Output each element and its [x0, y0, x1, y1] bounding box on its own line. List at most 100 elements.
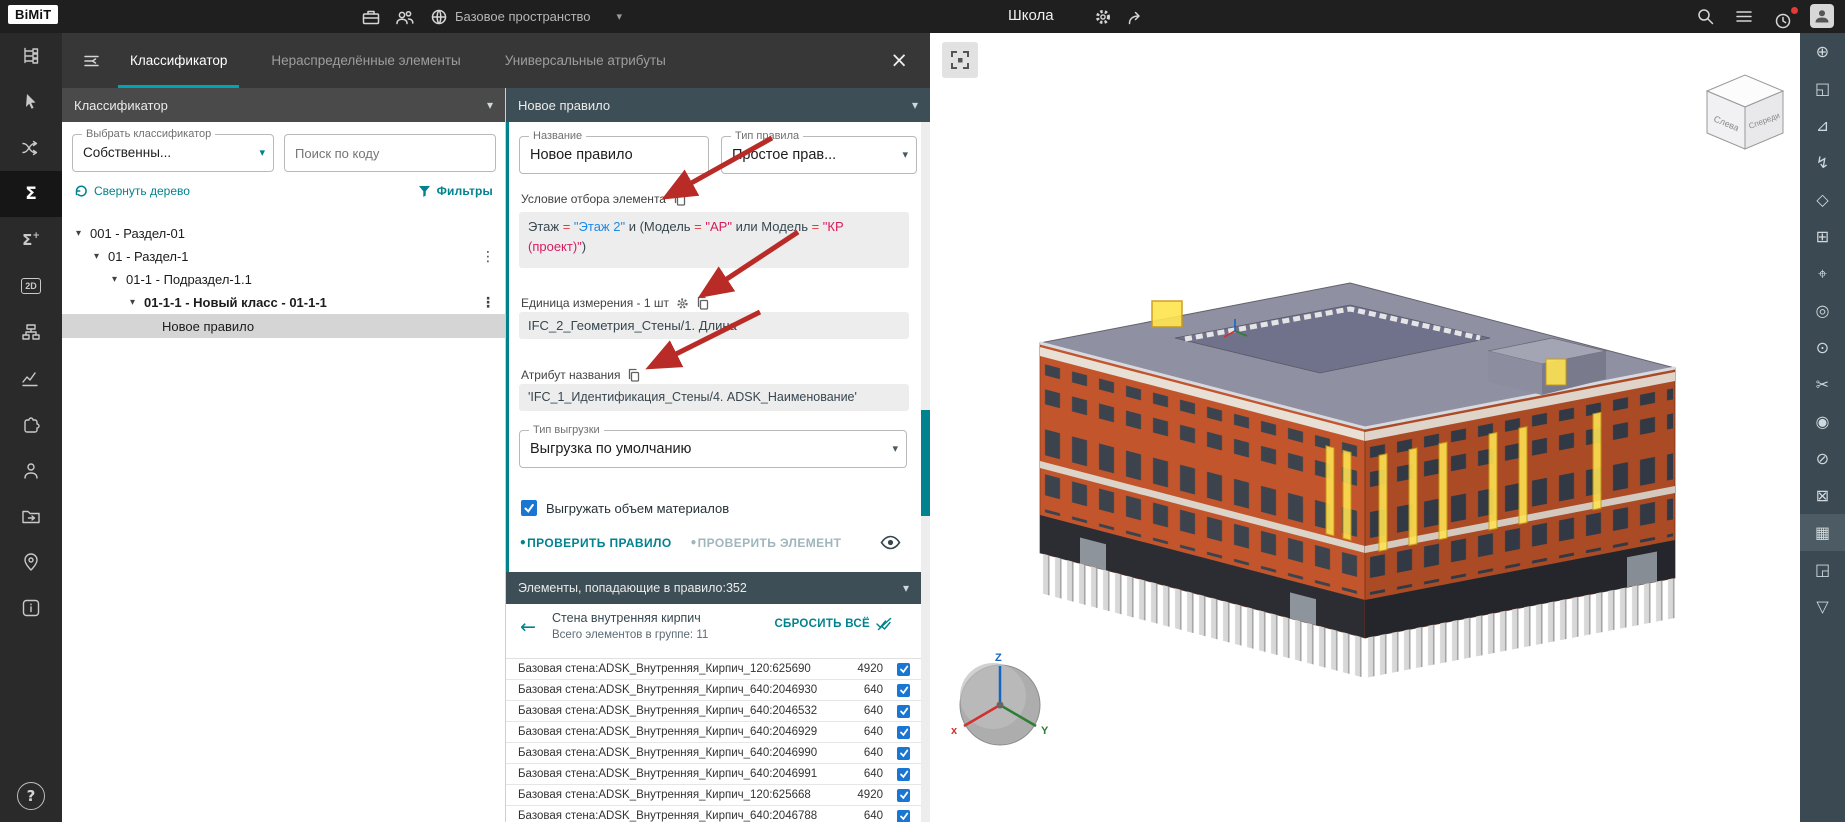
materials-checkbox[interactable]	[521, 500, 537, 516]
preview-visibility-button[interactable]	[874, 534, 907, 551]
show-elements-button[interactable]: ◉	[1800, 403, 1845, 440]
element-checkbox[interactable]	[897, 726, 910, 739]
element-row[interactable]: Базовая стена:ADSK_Внутренняя_Кирпич_120…	[506, 785, 921, 806]
grid-toggle-button[interactable]: ⊞	[1800, 218, 1845, 255]
relations-button[interactable]	[0, 125, 62, 171]
isometric-view-button[interactable]: ◇	[1800, 181, 1845, 218]
tab-universal-attributes[interactable]: Универсальные атрибуты	[483, 33, 688, 88]
select-tool-button[interactable]	[0, 79, 62, 125]
condition-expression[interactable]: Этаж = "Этаж 2" и (Модель = "АР" или Мод…	[519, 212, 909, 268]
filter-elements-button[interactable]: ▽	[1800, 588, 1845, 625]
users-button[interactable]	[0, 447, 62, 493]
gear-icon[interactable]	[676, 297, 689, 310]
rule-name-field[interactable]: Название Новое правило	[519, 136, 709, 174]
element-checkbox[interactable]	[897, 663, 910, 676]
tab-classifier[interactable]: Классификатор	[108, 33, 249, 88]
shared-folders-button[interactable]	[0, 493, 62, 539]
navigation-gizmo[interactable]: Z x Y	[945, 650, 1057, 760]
classifier-tool-button[interactable]: Σ	[0, 171, 62, 217]
remove-selection-button[interactable]: ⊠	[1800, 477, 1845, 514]
element-row[interactable]: Базовая стена:ADSK_Внутренняя_Кирпич_120…	[506, 659, 921, 680]
viewport-3d[interactable]: Слева Спереди Z x Y	[930, 33, 1800, 822]
briefcase-button[interactable]	[358, 5, 384, 29]
hide-elements-button[interactable]: ⊘	[1800, 440, 1845, 477]
element-checkbox[interactable]	[897, 810, 910, 822]
element-checkbox[interactable]	[897, 789, 910, 802]
copy-icon[interactable]	[627, 368, 640, 382]
clash-tool-button[interactable]: ↯	[1800, 144, 1845, 181]
check-rule-button[interactable]: •ПРОВЕРИТЬ ПРАВИЛО	[519, 536, 672, 550]
project-settings-button[interactable]	[1090, 5, 1116, 29]
element-row[interactable]: Базовая стена:ADSK_Внутренняя_Кирпич_640…	[506, 764, 921, 785]
code-search-input[interactable]	[285, 135, 495, 171]
rule-panel-header[interactable]: Новое правило ▾	[506, 88, 930, 122]
filters-button[interactable]: Фильтры	[418, 184, 493, 198]
export-type-select[interactable]: Тип выгрузки Выгрузка по умолчанию ▾	[519, 430, 907, 468]
view-cube[interactable]: Слева Спереди	[1695, 63, 1795, 158]
element-row[interactable]: Базовая стена:ADSK_Внутренняя_Кирпич_640…	[506, 680, 921, 701]
element-checkbox[interactable]	[897, 768, 910, 781]
rule-panel-scrollbar[interactable]	[921, 122, 930, 822]
info-button[interactable]	[0, 585, 62, 631]
kebab-menu-icon[interactable]: ⋮	[481, 295, 495, 311]
tree-node-class[interactable]: ▾ 01-1-1 - Новый класс - 01-1-1 ⋮	[62, 291, 505, 314]
tree-node-subsection2[interactable]: ▾ 01-1 - Подраздел-1.1	[62, 268, 505, 291]
capture-region-button[interactable]	[942, 42, 978, 78]
orbit-tool-button[interactable]: ⊕	[1800, 33, 1845, 70]
measure-tool-button[interactable]: ⊿	[1800, 107, 1845, 144]
tree-node-subsection[interactable]: ▾ 01 - Раздел-1 ⋮	[62, 245, 505, 268]
tab-unallocated-elements[interactable]: Нераспределённые элементы	[249, 33, 482, 88]
assignments-button[interactable]	[0, 539, 62, 585]
tree-node-section[interactable]: ▾ 001 - Раздел-01	[62, 222, 505, 245]
team-button[interactable]	[392, 5, 418, 29]
section-cut-button[interactable]: ✂	[1800, 366, 1845, 403]
menu-button[interactable]	[1731, 4, 1757, 28]
check-element-button[interactable]: •ПРОВЕРИТЬ ЭЛЕМЕНТ	[690, 536, 842, 550]
walls-filter-button[interactable]: ▦	[1800, 514, 1845, 551]
scrollbar-thumb[interactable]	[921, 410, 930, 516]
hierarchy-button[interactable]	[0, 309, 62, 355]
comments-button[interactable]: ⊙	[1800, 329, 1845, 366]
2d-view-button[interactable]: 2D	[0, 263, 62, 309]
back-button[interactable]: ←	[520, 616, 536, 638]
analytics-button[interactable]	[0, 355, 62, 401]
walkthrough-button[interactable]: ◎	[1800, 292, 1845, 329]
close-icon[interactable]: ×	[884, 49, 914, 72]
workspace-select[interactable]: Базовое пространство ▾	[455, 0, 622, 33]
notifications-button[interactable]	[1770, 9, 1796, 33]
search-button[interactable]	[1692, 4, 1718, 28]
element-row[interactable]: Базовая стена:ADSK_Внутренняя_Кирпич_640…	[506, 701, 921, 722]
help-button[interactable]: ?	[17, 782, 45, 810]
element-row[interactable]: Базовая стена:ADSK_Внутренняя_Кирпич_640…	[506, 743, 921, 764]
element-checkbox[interactable]	[897, 747, 910, 760]
element-name: Базовая стена:ADSK_Внутренняя_Кирпич_640…	[518, 810, 817, 822]
element-checkbox[interactable]	[897, 705, 910, 718]
element-checkbox[interactable]	[897, 684, 910, 697]
kebab-menu-icon[interactable]: ⋮	[481, 249, 495, 265]
reset-all-button[interactable]: СБРОСИТЬ ВСЁ	[768, 616, 899, 632]
panel-options-button[interactable]	[76, 51, 108, 71]
classifier-select[interactable]: Выбрать классификатор Собственны... ▾	[72, 134, 274, 172]
copy-icon[interactable]	[696, 296, 709, 310]
building-model[interactable]	[930, 33, 1800, 822]
add-rule-tool-button[interactable]: Σ+	[0, 217, 62, 263]
share-button[interactable]	[1122, 5, 1148, 29]
copy-icon[interactable]	[673, 192, 686, 206]
account-button[interactable]	[1809, 4, 1835, 28]
classifier-panel-header[interactable]: Классификатор ▾	[62, 88, 505, 122]
shared-space-button[interactable]	[426, 5, 452, 29]
collapse-tree-button[interactable]: Свернуть дерево	[74, 184, 190, 198]
elements-section-header[interactable]: Элементы, попадающие в правило:352 ▾	[506, 572, 921, 604]
focus-selection-button[interactable]: ⌖	[1800, 255, 1845, 292]
search-icon	[1696, 7, 1715, 26]
model-structure-button[interactable]	[0, 33, 62, 79]
plugins-button[interactable]	[0, 401, 62, 447]
element-row[interactable]: Базовая стена:ADSK_Внутренняя_Кирпич_640…	[506, 722, 921, 743]
viewport-box-button[interactable]: ◲	[1800, 551, 1845, 588]
tree-node-rule-selected[interactable]: Новое правило	[62, 314, 505, 338]
unit-expression[interactable]: IFC_2_Геометрия_Стены/1. Длина	[519, 312, 909, 339]
element-row[interactable]: Базовая стена:ADSK_Внутренняя_Кирпич_640…	[506, 806, 921, 822]
attribute-expression[interactable]: 'IFC_1_Идентификация_Стены/4. ADSK_Наиме…	[519, 384, 909, 411]
select-box-tool-button[interactable]: ◱	[1800, 70, 1845, 107]
rule-type-select[interactable]: Тип правила Простое прав... ▾	[721, 136, 917, 174]
